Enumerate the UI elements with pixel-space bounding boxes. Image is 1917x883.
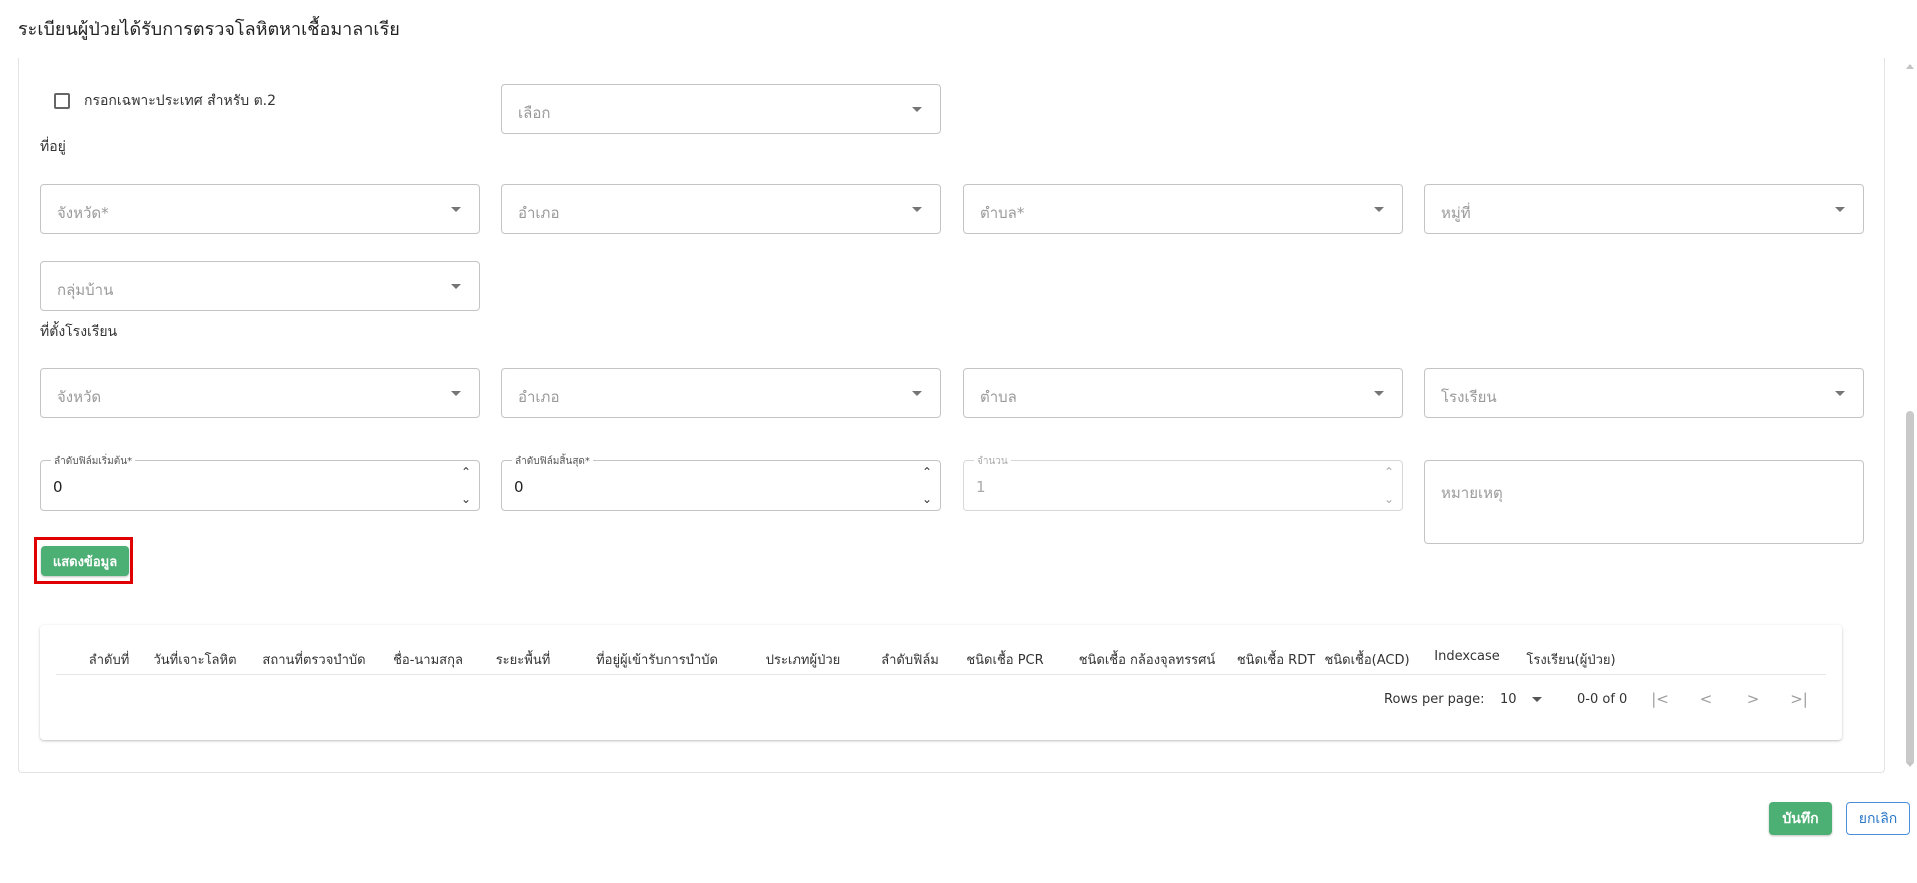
remark-textarea[interactable]: หมายเหตุ xyxy=(1424,460,1864,544)
chevron-down-icon xyxy=(912,107,922,112)
address-village-placeholder: หมู่ที่ xyxy=(1441,204,1471,222)
school-subdistrict-select[interactable]: ตำบล xyxy=(963,368,1403,418)
school-province-select[interactable]: จังหวัด xyxy=(40,368,480,418)
show-data-button[interactable]: แสดงข้อมูล xyxy=(41,546,129,576)
spin-up-icon: ⌃ xyxy=(1383,465,1395,479)
film-count-label: จำนวน xyxy=(974,454,1011,469)
remark-placeholder: หมายเหตุ xyxy=(1441,484,1503,502)
scroll-up-arrow-icon[interactable] xyxy=(1906,64,1914,69)
spin-up-icon[interactable]: ⌃ xyxy=(920,465,934,479)
film-count-field: จำนวน 1 ⌃ ⌄ xyxy=(963,454,1403,511)
address-village-group-select[interactable]: กลุ่มบ้าน xyxy=(40,261,480,311)
school-province-placeholder: จังหวัด xyxy=(57,388,102,406)
table-pagination: Rows per page: 10 0-0 of 0 |< < > >| xyxy=(40,690,1842,712)
chevron-down-icon xyxy=(912,207,922,212)
pagination-range: 0-0 of 0 xyxy=(1577,692,1628,707)
chevron-down-icon xyxy=(1374,207,1384,212)
country-only-checkbox-label: กรอกเฉพาะประเทศ สำหรับ ต.2 xyxy=(84,93,277,109)
address-subdistrict-placeholder: ตำบล* xyxy=(980,204,1025,222)
country-only-checkbox-row[interactable]: กรอกเฉพาะประเทศ สำหรับ ต.2 xyxy=(54,90,276,112)
column-header[interactable]: ประเภทผู้ป่วย xyxy=(766,649,841,670)
chevron-down-icon xyxy=(1374,391,1384,396)
column-header[interactable]: วันที่เจาะโลหิต xyxy=(153,649,236,670)
film-end-field[interactable]: ลำดับฟิล์มสิ้นสุด* 0 ⌃ ⌄ xyxy=(501,454,941,511)
last-page-icon[interactable]: >| xyxy=(1789,690,1809,708)
column-header[interactable]: ชนิดเชื้อ PCR xyxy=(966,649,1043,670)
film-end-value: 0 xyxy=(514,478,524,496)
chevron-down-icon xyxy=(451,207,461,212)
column-header[interactable]: Indexcase xyxy=(1434,649,1499,664)
address-province-placeholder: จังหวัด* xyxy=(57,204,109,222)
country-select[interactable]: เลือก xyxy=(501,84,941,134)
film-start-value: 0 xyxy=(53,478,63,496)
scroll-thumb[interactable] xyxy=(1906,411,1914,765)
school-district-placeholder: อำเภอ xyxy=(518,388,560,406)
column-header[interactable]: สถานที่ตรวจบำบัด xyxy=(262,649,365,670)
address-section-label: ที่อยู่ xyxy=(40,139,66,155)
column-header[interactable]: โรงเรียน(ผู้ป่วย) xyxy=(1526,649,1615,670)
previous-page-icon[interactable]: < xyxy=(1696,690,1716,708)
school-district-select[interactable]: อำเภอ xyxy=(501,368,941,418)
address-district-select[interactable]: อำเภอ xyxy=(501,184,941,234)
spin-up-icon[interactable]: ⌃ xyxy=(459,465,473,479)
school-location-section-label: ที่ตั้งโรงเรียน xyxy=(40,324,118,340)
column-header[interactable]: ชนิดเชื้อ RDT xyxy=(1237,649,1315,670)
next-page-icon[interactable]: > xyxy=(1743,690,1763,708)
film-start-label: ลำดับฟิล์มเริ่มต้น* xyxy=(51,454,136,469)
address-subdistrict-select[interactable]: ตำบล* xyxy=(963,184,1403,234)
chevron-down-icon xyxy=(451,391,461,396)
spin-down-icon: ⌄ xyxy=(1383,492,1395,506)
vertical-scrollbar[interactable] xyxy=(1903,58,1917,773)
chevron-down-icon xyxy=(451,284,461,289)
film-start-field[interactable]: ลำดับฟิล์มเริ่มต้น* 0 ⌃ ⌄ xyxy=(40,454,480,511)
chevron-down-icon xyxy=(912,391,922,396)
save-button[interactable]: บันทึก xyxy=(1769,802,1832,835)
school-subdistrict-placeholder: ตำบล xyxy=(980,388,1017,406)
chevron-down-icon[interactable] xyxy=(1532,697,1542,702)
school-placeholder: โรงเรียน xyxy=(1441,388,1497,406)
film-count-value: 1 xyxy=(976,478,986,496)
rows-per-page-label: Rows per page: xyxy=(1384,692,1485,707)
address-district-placeholder: อำเภอ xyxy=(518,204,560,222)
school-select[interactable]: โรงเรียน xyxy=(1424,368,1864,418)
film-end-label: ลำดับฟิล์มสิ้นสุด* xyxy=(512,454,593,469)
cancel-button[interactable]: ยกเลิก xyxy=(1846,802,1910,835)
table-header: ลำดับที่ วันที่เจาะโลหิต สถานที่ตรวจบำบั… xyxy=(56,625,1826,675)
country-only-checkbox[interactable] xyxy=(54,93,70,109)
spin-down-icon[interactable]: ⌄ xyxy=(920,492,934,506)
address-province-select[interactable]: จังหวัด* xyxy=(40,184,480,234)
column-header[interactable]: ลำดับฟิล์ม xyxy=(881,649,939,670)
first-page-icon[interactable]: |< xyxy=(1650,690,1670,708)
address-village-select[interactable]: หมู่ที่ xyxy=(1424,184,1864,234)
column-header[interactable]: ลำดับที่ xyxy=(89,649,130,670)
country-select-placeholder: เลือก xyxy=(518,104,551,122)
column-header[interactable]: ที่อยู่ผู้เข้ารับการบำบัด xyxy=(596,649,718,670)
rows-per-page-select[interactable]: 10 xyxy=(1500,692,1517,707)
scroll-down-arrow-icon[interactable] xyxy=(1906,762,1914,767)
results-table: ลำดับที่ วันที่เจาะโลหิต สถานที่ตรวจบำบั… xyxy=(40,625,1842,740)
column-header[interactable]: ชนิดเชื้อ(ACD) xyxy=(1324,649,1409,670)
column-header[interactable]: ชื่อ-นามสกุล xyxy=(393,649,463,670)
column-header[interactable]: ระยะพื้นที่ xyxy=(496,649,551,670)
page-title: ระเบียนผู้ป่วยได้รับการตรวจโลหิตหาเชื้อม… xyxy=(18,19,400,40)
spin-down-icon[interactable]: ⌄ xyxy=(459,492,473,506)
chevron-down-icon xyxy=(1835,207,1845,212)
address-village-group-placeholder: กลุ่มบ้าน xyxy=(57,281,114,299)
chevron-down-icon xyxy=(1835,391,1845,396)
column-header[interactable]: ชนิดเชื้อ กล้องจุลทรรศน์ xyxy=(1079,649,1216,670)
